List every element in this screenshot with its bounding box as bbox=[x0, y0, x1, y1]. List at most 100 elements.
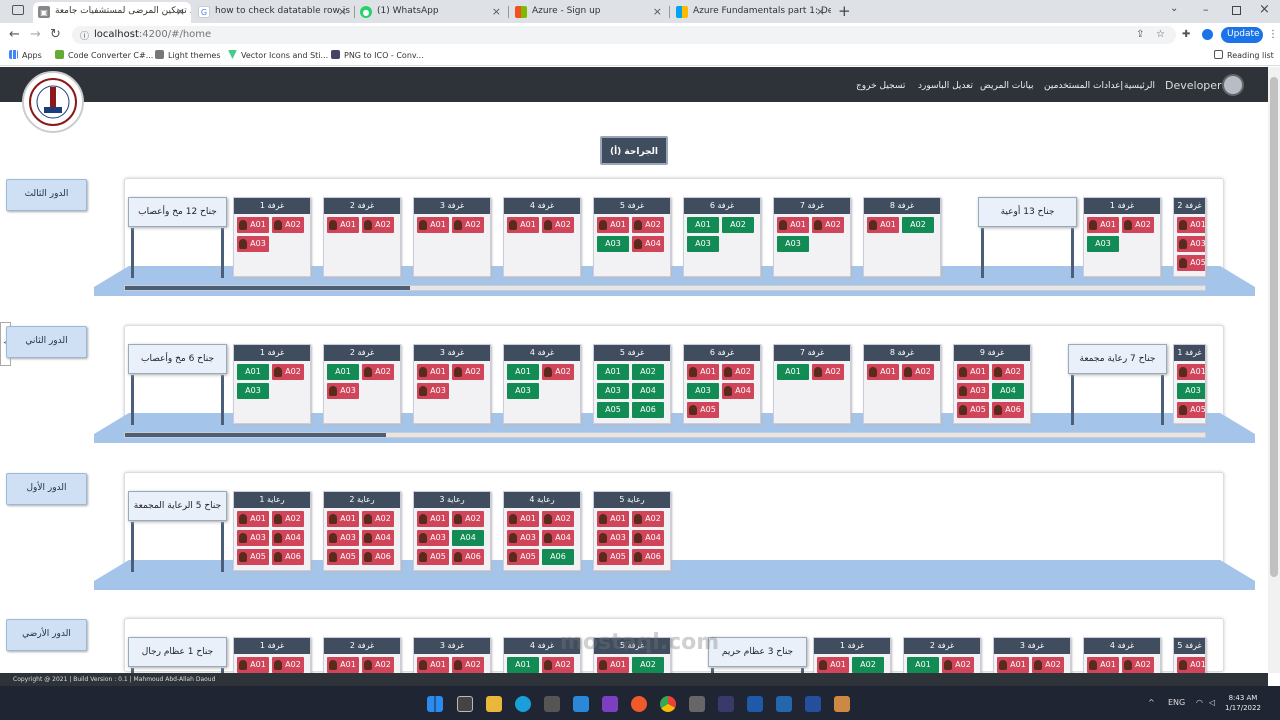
security-shield-icon[interactable] bbox=[805, 696, 821, 712]
avatar[interactable] bbox=[1222, 74, 1244, 96]
new-tab-icon[interactable]: + bbox=[838, 2, 851, 20]
chrome-icon[interactable] bbox=[660, 696, 676, 712]
bed-occupied[interactable]: A02 bbox=[362, 657, 394, 673]
visual-studio-icon[interactable] bbox=[602, 696, 618, 712]
bed-available[interactable]: A03 bbox=[1177, 383, 1205, 399]
bed-occupied[interactable]: A05 bbox=[237, 549, 269, 565]
bed-occupied[interactable]: A02 bbox=[1122, 657, 1154, 673]
bed-occupied[interactable]: A02 bbox=[362, 364, 394, 380]
tab-azure-signup[interactable]: Azure - Sign up × bbox=[510, 2, 668, 23]
postman-icon[interactable] bbox=[631, 696, 647, 712]
bed-available[interactable]: A01 bbox=[237, 364, 269, 380]
bed-occupied[interactable]: A01 bbox=[327, 657, 359, 673]
bed-occupied[interactable]: A04 bbox=[722, 383, 754, 399]
room-card[interactable]: رعاية 2 A01 A02 A03 A04 A05 A06 bbox=[323, 491, 401, 571]
bed-available[interactable]: A03 bbox=[777, 236, 809, 252]
tray-chevron-icon[interactable]: ^ bbox=[1148, 698, 1155, 707]
bed-occupied[interactable]: A02 bbox=[1122, 217, 1154, 233]
bed-occupied[interactable]: A05 bbox=[687, 402, 719, 418]
bed-available[interactable]: A05 bbox=[597, 402, 629, 418]
bed-occupied[interactable]: A02 bbox=[722, 364, 754, 380]
bed-occupied[interactable]: A03 bbox=[237, 530, 269, 546]
volume-icon[interactable]: ◁ bbox=[1209, 698, 1215, 707]
share-icon[interactable]: ⇪ bbox=[1136, 29, 1147, 40]
more-menu-icon[interactable]: ⋮ bbox=[1268, 29, 1279, 40]
room-card[interactable]: غرفة 1 A01 A02 A03 bbox=[1083, 197, 1161, 277]
bed-available[interactable]: A04 bbox=[452, 530, 484, 546]
bed-occupied[interactable]: A01 bbox=[1087, 217, 1119, 233]
room-card[interactable]: رعاية 1 A01 A02 A03 A04 A05 A06 bbox=[233, 491, 311, 571]
bed-occupied[interactable]: A01 bbox=[1177, 364, 1205, 380]
close-icon[interactable]: × bbox=[176, 5, 185, 18]
bed-occupied[interactable]: A01 bbox=[1177, 217, 1205, 233]
room-card[interactable]: غرفة 6 A01 A02 A03 bbox=[683, 197, 761, 277]
ward-label[interactable]: جناح 13 أوعية bbox=[978, 197, 1077, 227]
ward-label[interactable]: جناح 3 عظام حريم bbox=[708, 637, 807, 667]
bed-available[interactable]: A01 bbox=[687, 217, 719, 233]
bed-occupied[interactable]: A01 bbox=[237, 511, 269, 527]
bed-available[interactable]: A01 bbox=[777, 364, 809, 380]
bed-occupied[interactable]: A06 bbox=[992, 402, 1024, 418]
bed-occupied[interactable]: A05 bbox=[1177, 255, 1205, 271]
bed-available[interactable]: A06 bbox=[542, 549, 574, 565]
app-icon-6[interactable] bbox=[834, 696, 850, 712]
file-explorer-icon[interactable] bbox=[486, 696, 502, 712]
bed-occupied[interactable]: A01 bbox=[817, 657, 849, 673]
task-view-icon[interactable] bbox=[457, 696, 473, 712]
bed-available[interactable]: A02 bbox=[632, 364, 664, 380]
floor-label[interactable]: الدور الثاني bbox=[6, 326, 87, 358]
room-card[interactable]: غرفة 8 A01 A02 bbox=[863, 197, 941, 277]
bed-occupied[interactable]: A02 bbox=[272, 364, 304, 380]
bed-occupied[interactable]: A02 bbox=[902, 364, 934, 380]
bed-occupied[interactable]: A03 bbox=[1177, 236, 1205, 252]
extensions-icon[interactable]: ✚ bbox=[1182, 29, 1193, 40]
bookmark-apps[interactable]: Apps bbox=[9, 50, 42, 60]
room-card[interactable]: غرفة 7 A01 A02 bbox=[773, 344, 851, 424]
bed-occupied[interactable]: A01 bbox=[597, 217, 629, 233]
bed-available[interactable]: A06 bbox=[632, 402, 664, 418]
forward-icon[interactable]: → bbox=[30, 27, 41, 42]
bed-available[interactable]: A03 bbox=[597, 383, 629, 399]
bed-occupied[interactable]: A04 bbox=[542, 530, 574, 546]
bed-occupied[interactable]: A03 bbox=[957, 383, 989, 399]
ward-label[interactable]: جناح 6 مخ وأعصاب bbox=[128, 344, 227, 374]
bed-occupied[interactable]: A01 bbox=[1177, 657, 1205, 673]
bed-occupied[interactable]: A01 bbox=[237, 657, 269, 673]
bed-occupied[interactable]: A06 bbox=[272, 549, 304, 565]
vscode-icon[interactable] bbox=[573, 696, 589, 712]
back-icon[interactable]: ← bbox=[9, 27, 20, 42]
bed-occupied[interactable]: A02 bbox=[362, 511, 394, 527]
bed-occupied[interactable]: A01 bbox=[867, 364, 899, 380]
bookmark-star-icon[interactable]: ☆ bbox=[1156, 29, 1167, 40]
bed-available[interactable]: A01 bbox=[597, 364, 629, 380]
room-card[interactable]: غرفة 8 A01 A02 bbox=[863, 344, 941, 424]
reading-list[interactable]: Reading list bbox=[1214, 50, 1274, 60]
bed-available[interactable]: A03 bbox=[507, 383, 539, 399]
bed-occupied[interactable]: A02 bbox=[542, 657, 574, 673]
page-scrollbar[interactable] bbox=[1268, 67, 1280, 673]
bed-occupied[interactable]: A01 bbox=[597, 657, 629, 673]
bed-occupied[interactable]: A01 bbox=[417, 511, 449, 527]
nav-home[interactable]: الرئيسية bbox=[1124, 81, 1155, 91]
scrollbar-thumb[interactable] bbox=[125, 286, 410, 290]
bookmark-vector-icons[interactable]: Vector Icons and Sti... bbox=[228, 50, 328, 60]
bed-occupied[interactable]: A02 bbox=[452, 364, 484, 380]
bed-occupied[interactable]: A06 bbox=[452, 549, 484, 565]
bed-available[interactable]: A01 bbox=[327, 364, 359, 380]
bed-occupied[interactable]: A02 bbox=[452, 217, 484, 233]
close-window-icon[interactable]: × bbox=[1259, 2, 1270, 17]
bed-available[interactable]: A02 bbox=[852, 657, 884, 673]
bed-occupied[interactable]: A03 bbox=[327, 530, 359, 546]
close-icon[interactable]: × bbox=[653, 5, 662, 18]
profile-icon[interactable] bbox=[1202, 29, 1213, 40]
bed-occupied[interactable]: A02 bbox=[272, 657, 304, 673]
bed-available[interactable]: A03 bbox=[687, 236, 719, 252]
user-name[interactable]: Developer bbox=[1165, 79, 1222, 92]
room-card[interactable]: غرفة 2 A01 A02 A03 bbox=[323, 344, 401, 424]
app-icon-4[interactable] bbox=[747, 696, 763, 712]
room-card[interactable]: غرفة 9 A01 A02 A03 A04 A05 A06 bbox=[953, 344, 1031, 424]
bed-available[interactable]: A03 bbox=[597, 236, 629, 252]
floor-label[interactable]: الدور الثالث bbox=[6, 179, 87, 211]
room-card[interactable]: غرفة 1 A01 A02 A03 bbox=[233, 197, 311, 277]
bed-occupied[interactable]: A01 bbox=[777, 217, 809, 233]
